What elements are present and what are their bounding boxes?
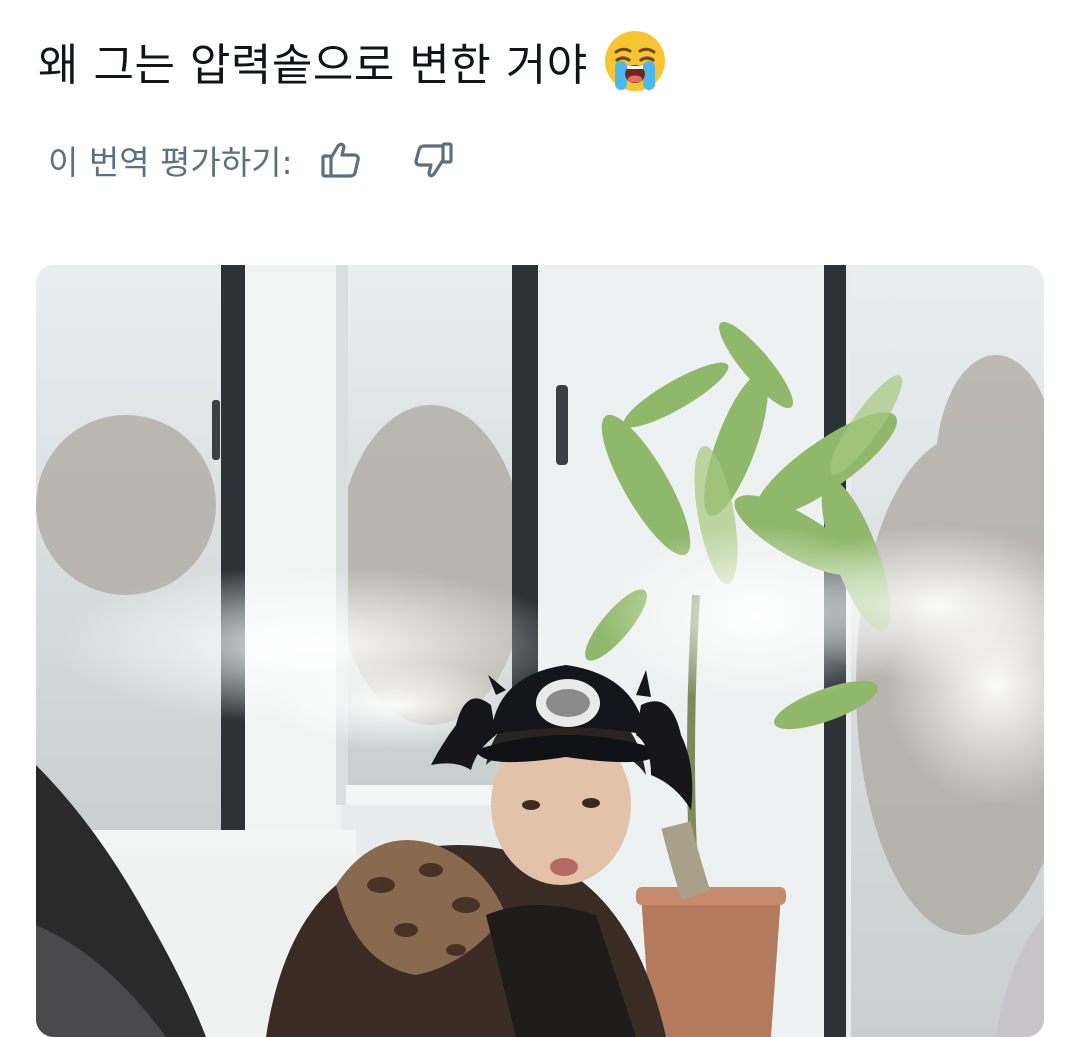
photo-illustration [36,265,1044,1037]
thumbs-down-button[interactable] [409,136,457,184]
translation-rating-row: 이 번역 평가하기: [48,136,457,184]
loudly-crying-face-icon [602,28,668,94]
post-text: 왜 그는 압력솥으로 변한 거야 [38,40,588,91]
thumbs-down-icon [414,142,453,178]
post-text-row: 왜 그는 압력솥으로 변한 거야 [38,28,668,94]
translation-rating-label: 이 번역 평가하기: [48,143,293,182]
thumbs-up-button[interactable] [317,136,365,184]
post-media-photo[interactable] [36,265,1044,1037]
thumbs-up-icon [321,142,360,178]
